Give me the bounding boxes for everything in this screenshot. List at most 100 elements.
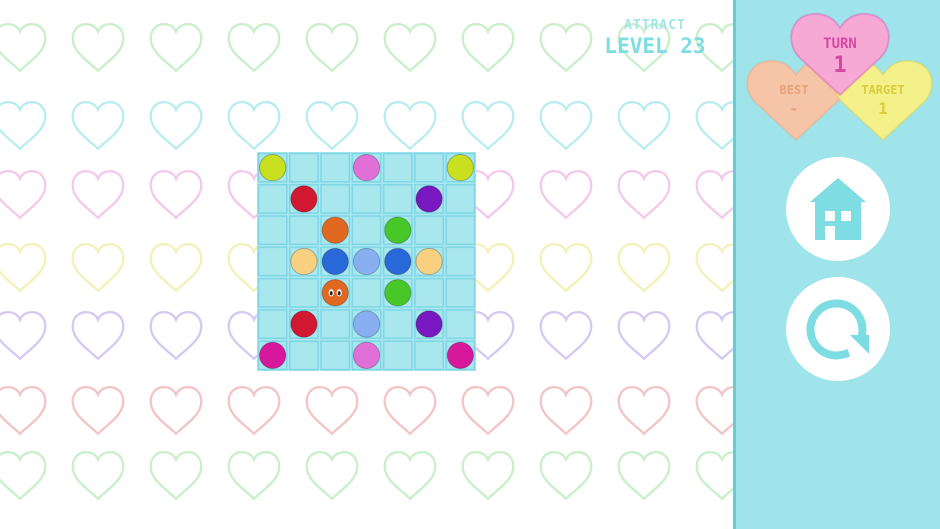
board-cell[interactable] (320, 184, 351, 214)
board-cell[interactable] (382, 340, 413, 371)
background-heart-icon (695, 386, 735, 436)
board-cell[interactable] (289, 277, 319, 308)
background-heart-icon (0, 311, 47, 361)
piece-purple[interactable] (415, 310, 443, 338)
piece-red[interactable] (290, 185, 318, 213)
piece-red[interactable] (290, 310, 318, 338)
background-heart-icon (0, 170, 47, 220)
background-heart-icon (539, 23, 593, 73)
piece-magenta[interactable] (259, 341, 287, 369)
background-heart-icon (305, 23, 359, 73)
background-heart-icon (71, 386, 125, 436)
background-heart-icon (0, 243, 47, 293)
board-cell[interactable] (382, 184, 413, 214)
background-heart-icon (461, 386, 515, 436)
board-cell[interactable] (445, 309, 476, 339)
board-cell[interactable] (414, 215, 444, 246)
background-heart-icon (539, 101, 593, 151)
turn-value: 1 (833, 53, 846, 78)
board-cell[interactable] (289, 215, 319, 246)
target-value: 1 (878, 99, 888, 118)
background-heart-icon (383, 451, 437, 501)
background-heart-icon (461, 451, 515, 501)
background-heart-icon (0, 386, 47, 436)
board-cell[interactable] (445, 277, 476, 308)
background-heart-icon (617, 386, 671, 436)
background-heart-icon (305, 101, 359, 151)
piece-orange[interactable] (321, 216, 349, 244)
piece-green[interactable] (384, 216, 412, 244)
background-heart-icon (617, 311, 671, 361)
target-label: TARGET (861, 83, 904, 97)
background-heart-icon (617, 451, 671, 501)
board-cell[interactable] (320, 340, 351, 371)
mode-label: ATTRACT (624, 18, 686, 33)
background-heart-icon (539, 386, 593, 436)
sidebar: BEST - TARGET 1 TURN 1 (733, 0, 940, 529)
home-icon (810, 178, 866, 240)
restart-icon (806, 299, 869, 360)
background-heart-icon (539, 243, 593, 293)
piece-light-blue[interactable] (352, 310, 381, 338)
piece-violet[interactable] (352, 154, 381, 182)
board-cell[interactable] (289, 340, 319, 371)
piece-yellow-green[interactable] (259, 154, 287, 182)
piece-magenta[interactable] (446, 341, 474, 369)
board-cell[interactable] (414, 152, 444, 183)
title-block: ATTRACT LEVEL 23 (590, 18, 720, 58)
background-heart-icon (71, 101, 125, 151)
home-button[interactable] (786, 157, 890, 261)
background-heart-icon (0, 23, 47, 73)
piece-blue[interactable] (321, 247, 349, 276)
background-heart-icon (383, 23, 437, 73)
background-heart-icon (0, 101, 47, 151)
background-heart-icon (695, 101, 735, 151)
background-heart-icon (695, 243, 735, 293)
background-heart-icon (227, 451, 281, 501)
board-cell[interactable] (320, 152, 351, 183)
board-cell[interactable] (382, 309, 413, 339)
background-heart-icon (149, 170, 203, 220)
piece-yellow-green[interactable] (446, 154, 474, 182)
background-heart-icon (71, 23, 125, 73)
board-cell[interactable] (351, 277, 382, 308)
piece-purple[interactable] (415, 185, 443, 213)
board-cell[interactable] (257, 215, 288, 246)
background-heart-icon (305, 386, 359, 436)
board-cell[interactable] (289, 152, 319, 183)
piece-violet[interactable] (352, 341, 381, 369)
board-cell[interactable] (351, 215, 382, 246)
board-cell[interactable] (320, 309, 351, 339)
restart-button[interactable] (786, 277, 890, 381)
board-cell[interactable] (257, 184, 288, 214)
background-heart-icon (71, 243, 125, 293)
background-heart-icon (149, 23, 203, 73)
board-cell[interactable] (257, 309, 288, 339)
board-cell[interactable] (257, 277, 288, 308)
board-cell[interactable] (445, 246, 476, 277)
background-heart-icon (227, 386, 281, 436)
background-heart-icon (71, 311, 125, 361)
background-heart-icon (695, 311, 735, 361)
piece-orange-face[interactable] (321, 279, 349, 307)
background-heart-icon (539, 170, 593, 220)
board-cell[interactable] (257, 246, 288, 277)
piece-green[interactable] (384, 279, 412, 307)
piece-blue[interactable] (384, 247, 412, 276)
piece-cream[interactable] (290, 247, 318, 276)
board-cell[interactable] (382, 152, 413, 183)
board-cell[interactable] (445, 184, 476, 214)
piece-light-blue[interactable] (352, 247, 381, 276)
board-cell[interactable] (414, 340, 444, 371)
background-heart-icon (617, 170, 671, 220)
background-heart-icon (695, 170, 735, 220)
board-cell[interactable] (445, 215, 476, 246)
game-board[interactable] (257, 152, 476, 371)
board-cell[interactable] (414, 277, 444, 308)
background-heart-icon (617, 243, 671, 293)
board-cell[interactable] (351, 184, 382, 214)
background-heart-icon (539, 311, 593, 361)
background-heart-icon (617, 101, 671, 151)
piece-cream[interactable] (415, 247, 443, 276)
background-heart-icon (149, 101, 203, 151)
